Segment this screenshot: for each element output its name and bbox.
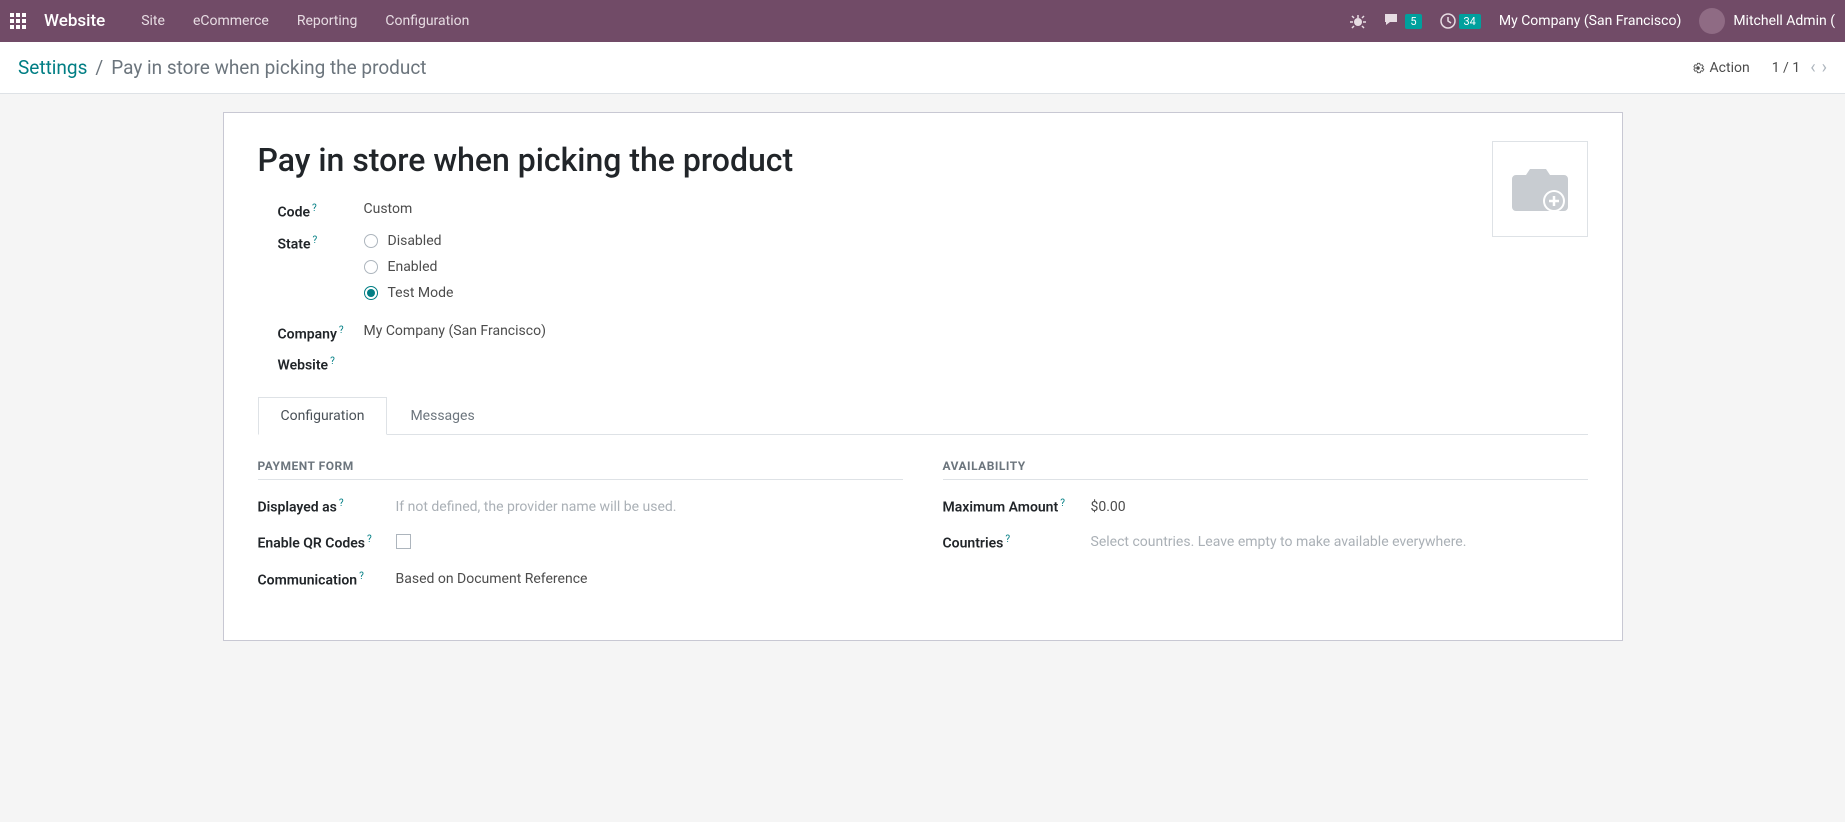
main-nav: Site eCommerce Reporting Configuration [141, 13, 469, 29]
help-icon[interactable]: ? [367, 534, 372, 545]
pager-count: 1 / 1 [1772, 60, 1800, 76]
action-label: Action [1710, 60, 1750, 76]
company-label: Company? [278, 323, 364, 343]
apps-menu-icon[interactable] [10, 13, 26, 29]
radio-icon [364, 286, 378, 300]
radio-label: Enabled [388, 259, 438, 275]
top-navbar: Website Site eCommerce Reporting Configu… [0, 0, 1845, 42]
form-sheet: Pay in store when picking the product Co… [223, 112, 1623, 641]
help-icon[interactable]: ? [313, 235, 318, 246]
main-content: Pay in store when picking the product Co… [0, 94, 1845, 659]
messages-indicator[interactable]: 5 [1384, 13, 1421, 29]
countries-label: Countries? [943, 534, 1091, 552]
help-icon[interactable]: ? [1005, 534, 1010, 545]
gear-icon [1691, 61, 1705, 75]
displayed-as-label: Displayed as? [258, 498, 396, 516]
company-selector[interactable]: My Company (San Francisco) [1499, 13, 1681, 29]
breadcrumb-separator: / [95, 56, 103, 79]
activity-indicator[interactable]: 34 [1440, 13, 1481, 29]
communication-value: Based on Document Reference [396, 571, 588, 587]
radio-label: Disabled [388, 233, 442, 249]
radio-icon [364, 260, 378, 274]
help-icon[interactable]: ? [339, 498, 344, 509]
payment-form-heading: PAYMENT FORM [258, 459, 903, 480]
company-value: My Company (San Francisco) [364, 323, 546, 339]
countries-field[interactable]: Select countries. Leave empty to make av… [1091, 534, 1467, 550]
tab-configuration[interactable]: Configuration [258, 397, 388, 435]
displayed-as-field[interactable]: If not defined, the provider name will b… [396, 499, 677, 515]
help-icon[interactable]: ? [1060, 498, 1065, 509]
state-option-enabled[interactable]: Enabled [364, 259, 454, 275]
app-brand[interactable]: Website [44, 11, 105, 31]
activity-count-badge: 34 [1459, 14, 1481, 29]
code-label: Code? [278, 201, 364, 221]
state-label: State? [278, 233, 364, 253]
radio-icon [364, 234, 378, 248]
user-menu[interactable]: Mitchell Admin ( [1699, 8, 1835, 34]
breadcrumb-parent[interactable]: Settings [18, 56, 87, 79]
tabs: Configuration Messages [258, 396, 1588, 435]
help-icon[interactable]: ? [312, 203, 317, 214]
website-label: Website? [278, 354, 364, 374]
help-icon[interactable]: ? [359, 571, 364, 582]
messages-count-badge: 5 [1405, 14, 1421, 29]
nav-site[interactable]: Site [141, 13, 165, 29]
tab-panel-configuration: PAYMENT FORM Displayed as? If not define… [258, 435, 1588, 606]
camera-plus-icon [1510, 163, 1570, 215]
page-title: Pay in store when picking the product [258, 141, 1588, 179]
enable-qr-checkbox[interactable] [396, 534, 411, 549]
breadcrumb-bar: Settings / Pay in store when picking the… [0, 42, 1845, 94]
tab-messages[interactable]: Messages [387, 397, 497, 435]
action-dropdown[interactable]: Action [1691, 60, 1750, 76]
nav-configuration[interactable]: Configuration [385, 13, 469, 29]
image-upload-placeholder[interactable] [1492, 141, 1588, 237]
communication-label: Communication? [258, 571, 396, 589]
state-radio-group: Disabled Enabled Test Mode [364, 233, 454, 301]
pager: 1 / 1 ‹ › [1772, 57, 1827, 78]
radio-label: Test Mode [388, 285, 454, 301]
breadcrumb-current: Pay in store when picking the product [111, 56, 426, 79]
avatar [1699, 8, 1725, 34]
nav-ecommerce[interactable]: eCommerce [193, 13, 269, 29]
nav-reporting[interactable]: Reporting [297, 13, 358, 29]
user-name-label: Mitchell Admin ( [1733, 13, 1835, 29]
help-icon[interactable]: ? [339, 325, 344, 336]
pager-prev[interactable]: ‹ [1810, 57, 1815, 78]
state-option-test-mode[interactable]: Test Mode [364, 285, 454, 301]
code-value: Custom [364, 201, 413, 217]
max-amount-label: Maximum Amount? [943, 498, 1091, 516]
pager-next[interactable]: › [1822, 57, 1827, 78]
enable-qr-label: Enable QR Codes? [258, 534, 396, 552]
max-amount-value: $0.00 [1091, 499, 1126, 515]
availability-heading: AVAILABILITY [943, 459, 1588, 480]
state-option-disabled[interactable]: Disabled [364, 233, 454, 249]
help-icon[interactable]: ? [330, 356, 335, 367]
bug-icon[interactable] [1350, 13, 1366, 29]
